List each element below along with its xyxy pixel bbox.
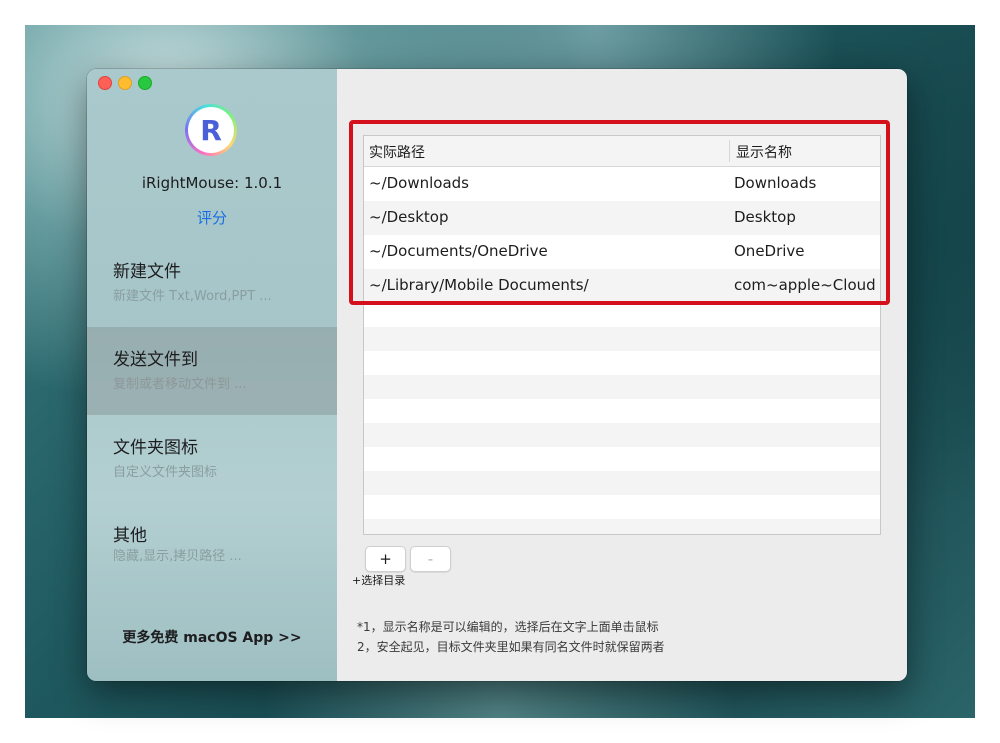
- sidebar: R iRightMouse: 1.0.1 评分 新建文件 新建文件 Txt,Wo…: [87, 69, 337, 681]
- more-apps-link[interactable]: 更多免费 macOS App >>: [87, 627, 337, 647]
- close-window-button[interactable]: [98, 76, 112, 90]
- cell-path: ~/Downloads: [369, 174, 469, 192]
- sidebar-item-title: 新建文件: [113, 262, 181, 282]
- column-divider[interactable]: [729, 140, 730, 162]
- empty-row: [364, 423, 880, 447]
- empty-row: [364, 447, 880, 471]
- sidebar-item-subtitle: 自定义文件夹图标: [113, 465, 218, 480]
- table-row[interactable]: ~/Library/Mobile Documents/ com~apple~Cl…: [364, 269, 880, 303]
- app-version-label: iRightMouse: 1.0.1: [141, 174, 283, 192]
- empty-row: [364, 399, 880, 423]
- main-panel: 实际路径 显示名称 ~/Downloads Downloads ~/Deskto…: [337, 69, 907, 681]
- cell-display-name[interactable]: Desktop: [734, 208, 796, 226]
- note-text: 2，安全起见，目标文件夹里如果有同名文件时就保留两者: [357, 640, 665, 654]
- cell-display-name[interactable]: Downloads: [734, 174, 816, 192]
- empty-row: [364, 327, 880, 351]
- cell-path: ~/Library/Mobile Documents/: [369, 276, 589, 294]
- minimize-window-button[interactable]: [118, 76, 132, 90]
- note-text: *1，显示名称是可以编辑的，选择后在文字上面单击鼠标: [357, 620, 659, 634]
- app-logo-icon: R: [185, 104, 237, 156]
- app-window: R iRightMouse: 1.0.1 评分 新建文件 新建文件 Txt,Wo…: [87, 69, 907, 681]
- sidebar-item-subtitle: 复制或者移动文件到 ...: [113, 377, 247, 392]
- app-logo-letter: R: [188, 107, 234, 153]
- table-row[interactable]: ~/Downloads Downloads: [364, 167, 880, 201]
- empty-row: [364, 375, 880, 399]
- remove-directory-button[interactable]: -: [410, 546, 451, 572]
- zoom-window-button[interactable]: [138, 76, 152, 90]
- sidebar-item-send-to[interactable]: 发送文件到 复制或者移动文件到 ...: [87, 327, 337, 415]
- directory-table[interactable]: 实际路径 显示名称 ~/Downloads Downloads ~/Deskto…: [363, 135, 881, 535]
- table-header: 实际路径 显示名称: [364, 136, 880, 167]
- sidebar-item-title: 发送文件到: [113, 350, 198, 370]
- empty-row: [364, 471, 880, 495]
- cell-display-name[interactable]: com~apple~Cloud: [734, 276, 876, 294]
- sidebar-item-subtitle: 新建文件 Txt,Word,PPT ...: [113, 289, 272, 304]
- add-directory-button[interactable]: +: [365, 546, 406, 572]
- sidebar-item-folder-icon[interactable]: 文件夹图标 自定义文件夹图标: [87, 415, 337, 503]
- empty-row: [364, 351, 880, 375]
- sidebar-item-other[interactable]: 其他 隐藏,显示,拷贝路径 ...: [87, 503, 337, 591]
- choose-directory-hint: +选择目录: [352, 574, 406, 587]
- cell-display-name[interactable]: OneDrive: [734, 242, 805, 260]
- cell-path: ~/Desktop: [369, 208, 449, 226]
- sidebar-item-title: 文件夹图标: [113, 438, 198, 458]
- sidebar-item-subtitle: 隐藏,显示,拷贝路径 ...: [113, 549, 242, 564]
- empty-row: [364, 303, 880, 327]
- table-body: ~/Downloads Downloads ~/Desktop Desktop …: [364, 167, 880, 534]
- column-header-path[interactable]: 实际路径: [369, 142, 425, 162]
- empty-row: [364, 519, 880, 534]
- column-header-display-name[interactable]: 显示名称: [736, 142, 792, 162]
- cell-path: ~/Documents/OneDrive: [369, 242, 548, 260]
- rate-link[interactable]: 评分: [87, 207, 337, 228]
- empty-row: [364, 495, 880, 519]
- table-row[interactable]: ~/Documents/OneDrive OneDrive: [364, 235, 880, 269]
- table-row[interactable]: ~/Desktop Desktop: [364, 201, 880, 235]
- sidebar-item-title: 其他: [113, 526, 147, 546]
- sidebar-item-new-file[interactable]: 新建文件 新建文件 Txt,Word,PPT ...: [87, 239, 337, 327]
